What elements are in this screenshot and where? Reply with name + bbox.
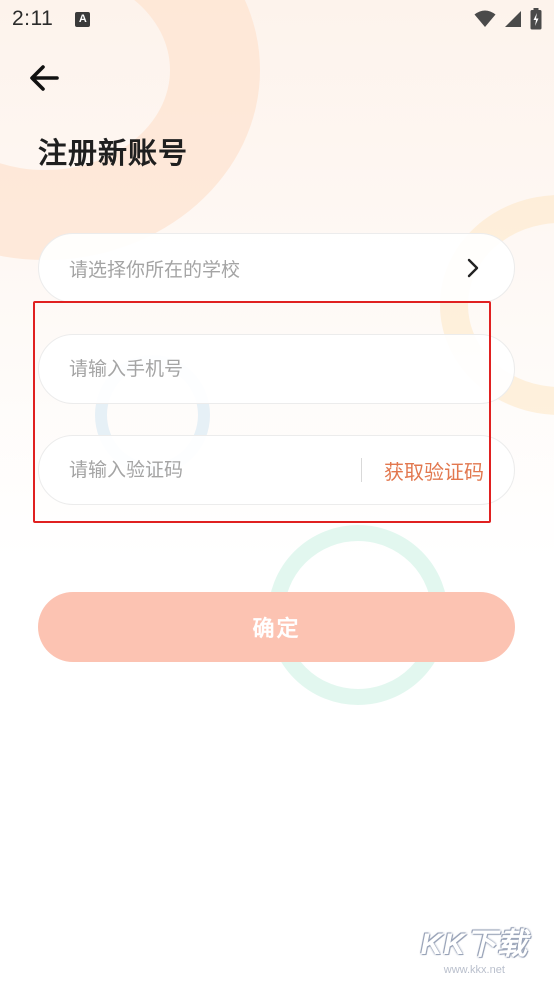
- wifi-icon: [474, 10, 496, 28]
- get-code-button[interactable]: 获取验证码: [384, 456, 484, 485]
- school-select-placeholder: 请选择你所在的学校: [69, 258, 241, 281]
- watermark-url: www.kkx.net: [443, 964, 505, 976]
- status-bar: 2:11 A: [0, 0, 554, 38]
- watermark: KK下载 www.kkx.net: [421, 919, 528, 976]
- status-time: 2:11: [12, 7, 54, 30]
- phone-input[interactable]: [69, 358, 484, 380]
- phone-field[interactable]: [38, 334, 515, 404]
- school-select[interactable]: 请选择你所在的学校: [38, 233, 515, 303]
- chevron-right-icon: [462, 257, 484, 279]
- verification-code-input[interactable]: [69, 459, 349, 481]
- notification-icon: A: [75, 11, 91, 27]
- battery-icon: [530, 8, 542, 30]
- status-icons: [474, 8, 542, 30]
- arrow-left-icon: [29, 65, 59, 95]
- field-divider: [361, 458, 362, 482]
- code-field[interactable]: 获取验证码: [38, 435, 515, 505]
- page-title: 注册新账号: [38, 136, 189, 170]
- watermark-logo: KK下载: [420, 928, 528, 961]
- signal-icon: [504, 10, 522, 28]
- confirm-button[interactable]: 确定: [38, 592, 515, 662]
- back-button[interactable]: [26, 64, 62, 96]
